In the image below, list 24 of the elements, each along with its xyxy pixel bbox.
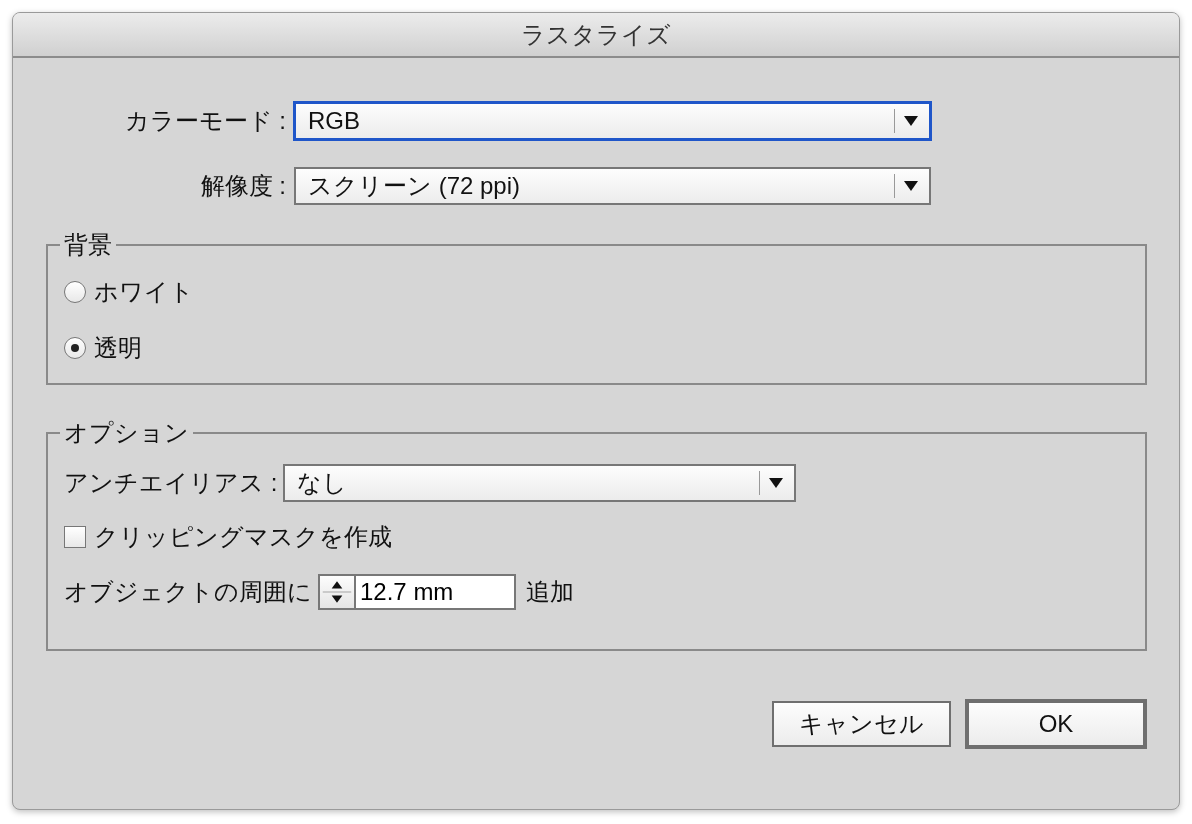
dialog-button[interactable]: OK [965,699,1147,749]
unit-label: 追加 [526,576,574,607]
field-label: カラーモード : [123,106,287,136]
dialog-button[interactable]: キャンセル [772,701,951,747]
radio-button[interactable] [64,336,86,359]
checkbox-label: クリッピングマスクを作成 [94,521,392,552]
group-title: オプション [63,419,190,448]
field-label: オブジェクトの周囲に [64,576,312,607]
caret-icon [903,180,919,192]
caret-icon [903,115,919,127]
field-label: アンチエイリアス : [64,467,279,498]
option-label: ホワイト [94,276,194,307]
stepper-button[interactable] [318,573,354,610]
field-label: 解像度 : [199,171,287,201]
radio-button[interactable] [64,280,86,303]
dropdown[interactable]: スクリーン (72 ppi) [294,167,931,205]
dropdown[interactable]: RGB [294,102,931,140]
checkbox[interactable] [64,525,86,548]
input-field[interactable]: 12.7 mm [354,573,516,610]
group-title: 背景 [63,231,113,260]
window-title: ラスタライズ [521,19,671,50]
caret-icon [768,476,785,489]
option-label: 透明 [94,332,142,363]
dropdown[interactable]: なし [283,463,797,502]
